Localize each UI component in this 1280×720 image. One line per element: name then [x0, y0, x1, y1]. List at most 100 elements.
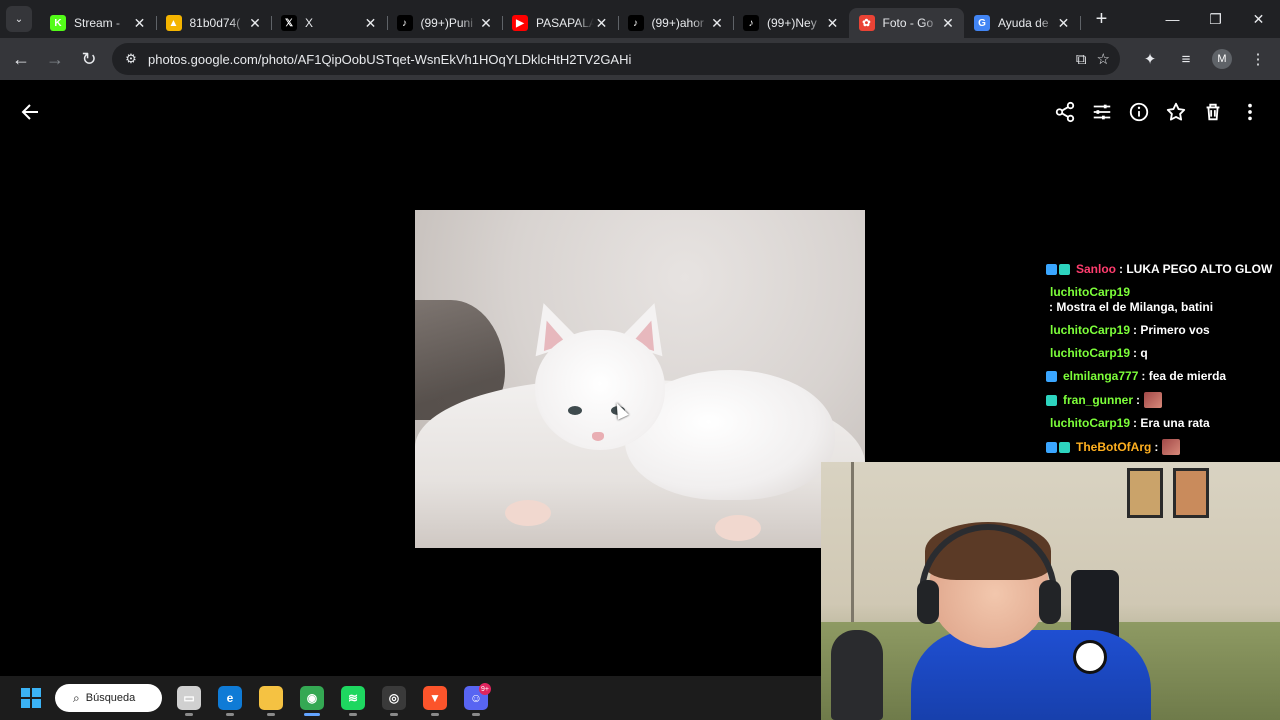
close-tab-icon[interactable]: ✕: [1056, 15, 1072, 32]
browser-tab[interactable]: 𝕏 X ✕: [271, 8, 388, 38]
forward-button[interactable]: →: [38, 42, 72, 76]
bookmark-star-icon[interactable]: ☆: [1097, 50, 1110, 68]
tab-divider: [1079, 16, 1081, 30]
edit-icon[interactable]: [1084, 94, 1120, 130]
browser-tab[interactable]: ♪ (99+)Puni ✕: [387, 8, 503, 38]
chat-text: :: [1154, 439, 1159, 454]
running-indicator: [431, 713, 439, 716]
browser-tab[interactable]: K Stream - ✕: [40, 8, 157, 38]
browser-tab[interactable]: G Ayuda de ✕: [964, 8, 1081, 38]
taskbar-app-button[interactable]: ◉: [292, 678, 332, 718]
taskbar: ⌕ Búsqueda ▭ e ◉ ≋ ◎ ▼ ☺ 9+: [0, 676, 821, 720]
close-tab-icon[interactable]: ✕: [363, 15, 379, 32]
taskbar-app-button[interactable]: e: [210, 678, 250, 718]
back-arrow-icon[interactable]: [14, 96, 46, 128]
running-indicator: [267, 713, 275, 716]
chat-username: Sanloo: [1076, 262, 1117, 276]
install-app-icon[interactable]: ⧉: [1076, 51, 1087, 68]
chat-badge-icon: [1059, 441, 1070, 453]
file-explorer-icon: [259, 686, 283, 710]
edge-icon: e: [218, 686, 242, 710]
shirt-badge: [1073, 640, 1107, 674]
close-window-button[interactable]: ✕: [1237, 0, 1280, 38]
window-controls: — ❐ ✕: [1151, 0, 1280, 38]
chat-badge-icon: [1059, 264, 1070, 275]
address-bar[interactable]: ⚙ photos.google.com/photo/AF1QipOobUSTqe…: [112, 43, 1120, 75]
tab-title: (99+)Ney: [767, 16, 817, 30]
tab-title: X: [305, 16, 314, 30]
profile-button[interactable]: M: [1206, 43, 1238, 75]
menu-icon[interactable]: ⋮: [1242, 43, 1274, 75]
close-tab-icon[interactable]: ✕: [132, 15, 148, 32]
chat-message: luchitoCarp19: Era una rata: [1046, 416, 1276, 431]
close-tab-icon[interactable]: ✕: [594, 15, 610, 32]
more-icon[interactable]: [1232, 94, 1268, 130]
info-icon[interactable]: [1121, 94, 1157, 130]
chat-username: luchitoCarp19: [1050, 346, 1131, 360]
close-tab-icon[interactable]: ✕: [825, 15, 841, 32]
youtube-icon: ▶: [512, 15, 528, 31]
chat-text: : Mostra el de Milanga, batini: [1049, 300, 1214, 314]
site-info-icon[interactable]: ⚙: [116, 51, 146, 67]
maximize-button[interactable]: ❐: [1194, 0, 1237, 38]
browser-tab[interactable]: ▶ PASAPALA ✕: [502, 8, 619, 38]
chat-message: luchitoCarp19: q: [1046, 346, 1276, 361]
cat-photo[interactable]: [415, 210, 865, 548]
reload-icon: ↻: [81, 48, 97, 69]
minimize-button[interactable]: —: [1151, 0, 1194, 38]
running-indicator: [349, 713, 357, 716]
running-indicator: [226, 713, 234, 716]
chat-message: Sanloo: LUKA PEGO ALTO GLOW: [1046, 262, 1276, 277]
taskbar-search[interactable]: ⌕ Búsqueda: [55, 684, 162, 712]
close-tab-icon[interactable]: ✕: [478, 15, 494, 32]
google-photos-icon: ✿: [858, 15, 875, 31]
close-tab-icon[interactable]: ✕: [940, 15, 956, 32]
cat-eye-left: [568, 406, 582, 415]
windows-logo-icon: [21, 688, 30, 697]
wall-poster: [1127, 468, 1163, 518]
arrow-left-icon: ←: [12, 48, 30, 69]
chat-message: luchitoCarp19: Primero vos: [1046, 323, 1276, 338]
chat-badge-icon: [1046, 371, 1057, 382]
reload-button[interactable]: ↻: [72, 42, 106, 76]
taskbar-app-button[interactable]: ◎: [374, 678, 414, 718]
taskbar-app-button[interactable]: ▼: [415, 678, 455, 718]
delete-icon[interactable]: [1195, 94, 1231, 130]
chat-text: : Primero vos: [1133, 323, 1210, 337]
chat-username: fran_gunner: [1063, 392, 1134, 407]
start-button[interactable]: [11, 678, 51, 718]
url-text[interactable]: photos.google.com/photo/AF1QipOobUSTqet-…: [148, 52, 631, 67]
brave-icon: ▼: [423, 686, 447, 710]
taskbar-app-button[interactable]: ▭: [169, 678, 209, 718]
kick-icon: K: [50, 15, 66, 31]
tab-title: (99+)ahor: [651, 16, 704, 30]
taskbar-app-button[interactable]: ≋: [333, 678, 373, 718]
share-icon[interactable]: [1047, 94, 1083, 130]
extensions-icon[interactable]: ✦: [1134, 43, 1166, 75]
new-tab-button[interactable]: +: [1088, 5, 1116, 33]
close-tab-icon[interactable]: ✕: [247, 15, 263, 32]
favorite-icon[interactable]: [1158, 94, 1194, 130]
chat-username: luchitoCarp19: [1050, 323, 1131, 337]
browser-tab[interactable]: ♪ (99+)Ney ✕: [733, 8, 850, 38]
tab-title: Ayuda de: [998, 16, 1049, 30]
tab-title: Stream -: [74, 16, 121, 30]
tiktok-icon: ♪: [396, 15, 413, 31]
browser-tab[interactable]: ✿ Foto - Go ✕: [848, 8, 964, 38]
media-control-icon[interactable]: ≡: [1170, 43, 1202, 75]
taskbar-app-button[interactable]: [251, 678, 291, 718]
taskbar-app-button[interactable]: ☺ 9+: [456, 678, 496, 718]
toolbar-right: ✦ ≡ M ⋮: [1134, 42, 1274, 76]
drive-icon: ▲: [165, 15, 182, 31]
browser-tab[interactable]: ▲ 81b0d74(✕: [156, 8, 272, 38]
chat-username: elmilanga777: [1063, 369, 1139, 383]
taskbar-search-label: Búsqueda: [85, 692, 136, 704]
webcam-overlay: [821, 462, 1280, 720]
door-frame: [851, 462, 854, 622]
close-tab-icon[interactable]: ✕: [709, 15, 725, 32]
browser-tab[interactable]: ♪ (99+)ahor ✕: [618, 8, 734, 38]
cat-paw: [505, 500, 551, 526]
chevron-down-icon: ⌄: [14, 13, 24, 25]
tab-search-button[interactable]: ⌄: [6, 6, 32, 32]
back-button[interactable]: ←: [4, 42, 38, 76]
